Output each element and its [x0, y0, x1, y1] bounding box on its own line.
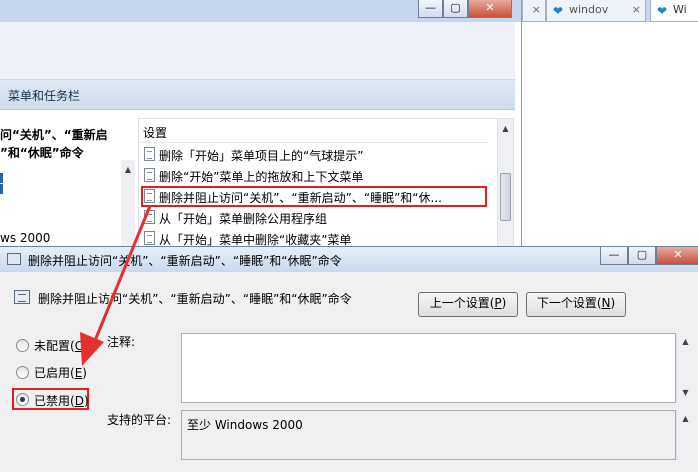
- platform-scrollbar[interactable]: ▲: [676, 410, 694, 460]
- settings-list-row[interactable]: 删除「开始」菜单项目上的“气球提示”: [141, 144, 487, 165]
- next-setting-button[interactable]: 下一个设置(N): [526, 292, 626, 317]
- settings-list-row-selected[interactable]: 删除并阻止访问“关机”、“重新启动”、“睡眠”和“休...: [141, 186, 487, 207]
- policy-description-pane: 问“关机”、“重新启 ”和“休眠”命令 ws 2000: [0, 111, 128, 250]
- close-button[interactable]: ✕: [468, 0, 512, 18]
- dialog-titlebar: 删除并阻止访问“关机”、“重新启动”、“睡眠”和“休眠”命令 — ▢ ✕: [0, 247, 698, 272]
- group-policy-editor-window: — ▢ ✕ 菜单和任务栏 问“关机”、“重新启 ”和“休眠”命令 ws 2000…: [0, 0, 522, 250]
- comment-scrollbar[interactable]: ▲ ▼: [676, 333, 694, 403]
- maximize-button[interactable]: ▢: [443, 0, 468, 18]
- scroll-up-icon[interactable]: ▲: [677, 334, 694, 350]
- maximize-button[interactable]: ▢: [628, 247, 656, 265]
- settings-list-scrollbar[interactable]: ▲: [497, 119, 513, 249]
- radio-label: 已启用(E): [34, 366, 87, 380]
- supported-platform-box: 至少 Windows 2000: [181, 410, 676, 460]
- scroll-up-icon[interactable]: ▲: [677, 411, 694, 427]
- policy-document-icon: [144, 189, 155, 203]
- bg-window-toolbar: [0, 22, 515, 80]
- dialog-title: 删除并阻止访问“关机”、“重新启动”、“睡眠”和“休眠”命令: [28, 254, 342, 268]
- minimize-button[interactable]: —: [418, 0, 443, 18]
- ie-favicon-icon: ❤: [657, 4, 668, 18]
- category-header: 菜单和任务栏: [0, 80, 515, 110]
- policy-document-icon: [144, 147, 155, 161]
- browser-tab-active[interactable]: ❤ Wi: [650, 0, 698, 22]
- category-title: 菜单和任务栏: [8, 89, 81, 103]
- bg-window-controls: — ▢ ✕: [418, 0, 512, 18]
- policy-setting-dialog: 删除并阻止访问“关机”、“重新启动”、“睡眠”和“休眠”命令 — ▢ ✕ 删除并…: [0, 246, 698, 472]
- description-scrollbar[interactable]: ▲: [121, 160, 135, 250]
- bg-window-titlebar: — ▢ ✕: [0, 0, 521, 22]
- settings-list-row[interactable]: 从「开始」菜单删除公用程序组: [141, 207, 487, 228]
- policy-link[interactable]: [0, 184, 3, 194]
- policy-window-icon: [7, 253, 21, 265]
- radio-dot[interactable]: [16, 366, 29, 379]
- dialog-window-controls: — ▢ ✕: [600, 247, 698, 265]
- radio-label: 已禁用(D): [34, 394, 89, 408]
- policy-document-icon: [144, 168, 155, 182]
- radio-dot-selected[interactable]: [16, 393, 29, 406]
- policy-link[interactable]: [0, 173, 3, 183]
- supported-platform-value: 至少 Windows 2000: [187, 418, 303, 432]
- radio-label: 未配置(C): [34, 339, 88, 353]
- comment-textarea[interactable]: [181, 333, 676, 403]
- scroll-up-icon[interactable]: ▲: [121, 162, 135, 178]
- supported-platform-label: 支持的平台:: [107, 413, 172, 427]
- settings-list: 设置 删除「开始」菜单项目上的“气球提示” 删除“开始”菜单上的拖放和上下文菜单…: [138, 118, 514, 250]
- policy-name: 删除并阻止访问“关机”、“重新启动”、“睡眠”和“休眠”命令: [38, 292, 352, 306]
- policy-document-icon: [144, 210, 155, 224]
- settings-column-header[interactable]: 设置: [139, 119, 489, 143]
- policy-document-icon: [144, 231, 155, 245]
- browser-tab-windows[interactable]: ❤ windov ×: [546, 0, 646, 22]
- policy-setting-icon: [14, 290, 30, 304]
- scroll-down-icon[interactable]: ▼: [677, 385, 694, 401]
- disabled-radio[interactable]: 已禁用(D): [12, 388, 89, 410]
- previous-setting-button[interactable]: 上一个设置(P): [418, 292, 518, 317]
- description-line: ws 2000: [0, 231, 51, 245]
- minimize-button[interactable]: —: [600, 247, 628, 265]
- description-line: 问“关机”、“重新启: [0, 128, 108, 142]
- close-button[interactable]: ✕: [656, 247, 698, 265]
- description-line: ”和“休眠”命令: [0, 146, 84, 160]
- tab-close-icon[interactable]: ×: [532, 3, 541, 16]
- scroll-thumb[interactable]: [500, 173, 511, 221]
- ie-favicon-icon: ❤: [553, 4, 564, 18]
- browser-tab-partial[interactable]: ×: [522, 0, 546, 22]
- scroll-up-icon[interactable]: ▲: [498, 121, 513, 137]
- radio-dot[interactable]: [16, 339, 29, 352]
- settings-list-row[interactable]: 删除“开始”菜单上的拖放和上下文菜单: [141, 165, 487, 186]
- comment-label: 注释:: [107, 335, 136, 349]
- tab-close-icon[interactable]: ×: [632, 3, 641, 16]
